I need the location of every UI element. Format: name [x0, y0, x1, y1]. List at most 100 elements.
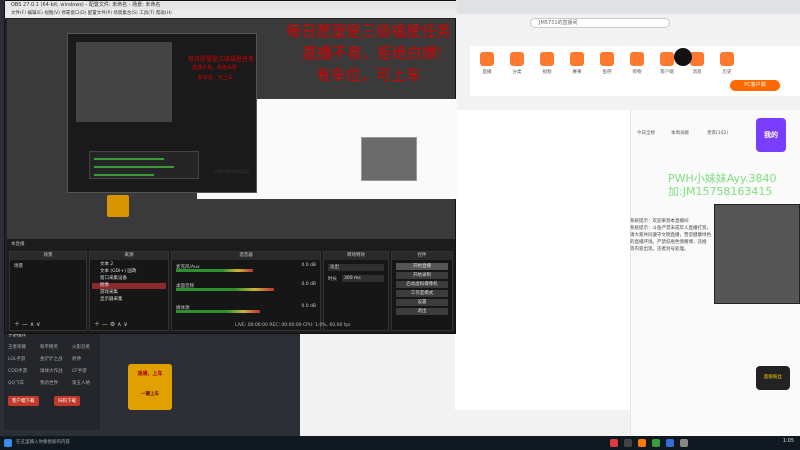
settings-button[interactable]: 设置 [396, 299, 448, 306]
overlay-line2: 直播不易，拒绝白嫖! [302, 44, 444, 62]
game-item[interactable]: 和平精英 [40, 344, 58, 350]
scene-item[interactable]: 场景 [12, 264, 84, 270]
tab-vip[interactable]: 贵宾(102) [707, 130, 728, 136]
game-item[interactable]: CF手游 [72, 368, 87, 374]
avatar[interactable] [674, 48, 692, 66]
audio-meter [176, 310, 260, 313]
nested-overlay-line2: 直播不易，拒绝白嫖 [192, 65, 238, 71]
app-icon[interactable] [652, 439, 660, 447]
source-row[interactable]: 文本 2 [92, 262, 166, 268]
taskbar: 在这里输入你要搜索的内容 1:05 [0, 436, 800, 450]
taskbar-search[interactable]: 在这里输入你要搜索的内容 [16, 439, 70, 445]
game-item[interactable]: 金铲铲之战 [40, 356, 63, 362]
scene-add-remove-icon[interactable]: ＋ — ∧ ∨ [14, 319, 41, 328]
contact-line2: 加:JM15758163415 [668, 185, 773, 198]
source-row[interactable]: 游戏采集 [92, 290, 166, 296]
mixer-header: 混音器 [172, 252, 320, 260]
mixer-channel[interactable]: 媒体源 0.0 dB [176, 304, 316, 318]
address-bar[interactable]: JM5731的直播间 [530, 18, 670, 28]
nav-match[interactable]: 赛事 [566, 52, 588, 75]
live-icon [480, 52, 494, 66]
pc-client-button[interactable]: PC客户端 [730, 80, 780, 91]
mixer-channel[interactable]: 麦克风/Aux 0.0 dB [176, 263, 316, 277]
sources-dock: 来源 文本 2 文本 (GDI+) 国政 窗口采集设备 图像 游戏采集 显示器采… [89, 251, 169, 331]
obs-docks: 本直播 场景 场景 ＋ — ∧ ∨ 来源 文本 2 文本 (GDI+) 国政 窗… [7, 239, 455, 333]
contact-line1: PWH小妹妹Ayy.3840 [668, 172, 777, 185]
nested-meter [94, 174, 154, 176]
nav-forum[interactable]: 鱼吧 [596, 52, 618, 75]
game-item[interactable]: LOL手游 [8, 356, 25, 362]
nested-overlay-line1: 每日愿望是三级福星任务 [188, 56, 255, 63]
contact-overlay: PWH小妹妹Ayy.3840 加:JM15758163415 [668, 172, 777, 198]
event-badge[interactable]: 我的 [756, 118, 786, 152]
source-row[interactable]: 显示器采集 [92, 297, 166, 303]
scenes-header: 场景 [10, 252, 86, 260]
nested-video-thumb [361, 137, 417, 181]
qr-download-button[interactable]: 扫码下载 [54, 396, 80, 406]
game-item[interactable]: 我的世界 [40, 380, 58, 386]
transitions-dock: 转场特效 淡出 时长 300 ms [323, 251, 389, 331]
tab-weekly[interactable]: 本周贡献 [671, 130, 689, 136]
clock: 1:05 [782, 438, 794, 444]
message-icon [690, 52, 704, 66]
nav-category[interactable]: 分类 [506, 52, 528, 75]
transitions-header: 转场特效 [324, 252, 388, 260]
exit-button[interactable]: 退出 [396, 308, 448, 315]
promo-card[interactable]: 速通，上车 一键上车 [128, 364, 172, 410]
game-grid: 手游推荐 王者荣耀 和平精英 火影忍者 LOL手游 金铲铲之战 原神 COD手游… [4, 330, 100, 430]
nav-video[interactable]: 视频 [536, 52, 558, 75]
obs-title-bar[interactable]: OBS 27.0.1 (64-bit, windows) - 配置文件: 未命名… [5, 1, 457, 10]
obs-menubar[interactable]: 文件(F) 编辑(E) 视图(V) 停靠窗口(D) 配置文件(P) 场景集合(S… [5, 10, 457, 18]
start-streaming-button[interactable]: 开始直播 [396, 263, 448, 270]
nav-live[interactable]: 直播 [476, 52, 498, 75]
game-item[interactable]: 火影忍者 [72, 344, 90, 350]
source-row[interactable]: 文本 (GDI+) 国政 [92, 269, 166, 275]
nested-inner-capture [76, 42, 172, 122]
start-recording-button[interactable]: 开始录制 [396, 272, 448, 279]
super-fan-badge[interactable]: 超级粉丝 [756, 366, 790, 390]
controls-header: 控件 [392, 252, 452, 260]
app-icon[interactable] [638, 439, 646, 447]
virtual-camera-button[interactable]: 启动虚拟摄像机 [396, 281, 448, 288]
trophy-icon [570, 52, 584, 66]
mixer-channel[interactable]: 桌面音频 0.0 dB [176, 282, 316, 296]
fish-icon [600, 52, 614, 66]
game-item[interactable]: 原神 [72, 356, 81, 362]
sources-header: 来源 [90, 252, 168, 260]
game-item[interactable]: 球球大作战 [40, 368, 63, 374]
game-item[interactable]: 第五人格 [72, 380, 90, 386]
controls-dock: 控件 开始直播 开始录制 启动虚拟摄像机 工作室模式 设置 退出 [391, 251, 453, 331]
client-download-button[interactable]: 客户端下载 [8, 396, 39, 406]
nested-mixer [89, 151, 199, 179]
overlay-line3: 有车位，可上车 [316, 66, 422, 84]
transition-select[interactable]: 淡出 [328, 264, 384, 271]
webcam-capture [714, 204, 800, 304]
promo-title: 速通，上车 [137, 371, 163, 377]
game-item[interactable]: COD手游 [8, 368, 27, 374]
promo-subtitle: 一键上车 [141, 392, 159, 397]
source-add-remove-icon[interactable]: ＋ — ⚙ ∧ ∨ [94, 319, 128, 328]
app-icon[interactable] [680, 439, 688, 447]
category-icon [510, 52, 524, 66]
history-icon [720, 52, 734, 66]
nested-meter [94, 166, 174, 168]
nav-history[interactable]: 历史 [716, 52, 738, 75]
app-icon[interactable] [666, 439, 674, 447]
audio-meter [176, 288, 274, 291]
app-icon[interactable] [624, 439, 632, 447]
game-item[interactable]: QQ飞车 [8, 380, 24, 386]
nested-overlay-line3: 有车位，可上车 [198, 75, 234, 81]
tab-daily[interactable]: 今日全榜 [637, 130, 655, 136]
source-row-selected[interactable]: 图像 [92, 283, 166, 289]
app-icon[interactable] [610, 439, 618, 447]
overlay-line1: 每日愿望是三级福星任务 [286, 22, 452, 40]
preview-badge [107, 195, 129, 217]
studio-mode-button[interactable]: 工作室模式 [396, 290, 448, 297]
obs-status-bar: LIVE: 00:00:00 REC: 00:00:00 CPU: 1.0%, … [235, 323, 351, 328]
nav-shop[interactable]: 购物 [626, 52, 648, 75]
source-row[interactable]: 窗口采集设备 [92, 276, 166, 282]
download-icon [660, 52, 674, 66]
start-icon[interactable] [4, 439, 12, 447]
duration-input[interactable]: 300 ms [342, 275, 384, 282]
game-item[interactable]: 王者荣耀 [8, 344, 26, 350]
